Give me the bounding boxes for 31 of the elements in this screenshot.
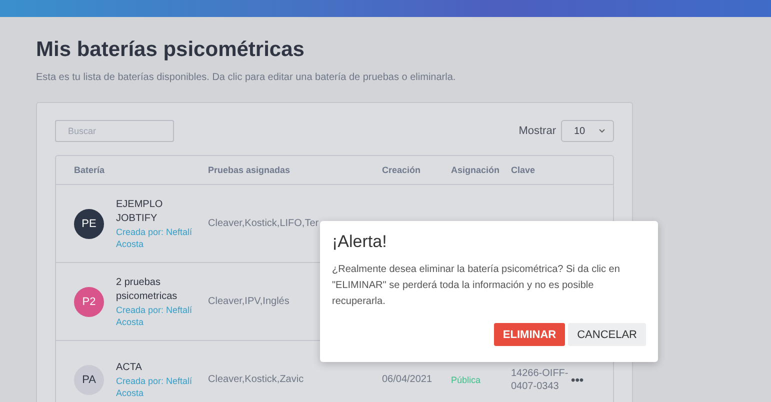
creator-label: Creada por: Neftalí Acosta (116, 226, 194, 250)
assignment-cell: Pública (451, 374, 481, 384)
column-header: Clave (511, 165, 536, 175)
tests-cell: Cleaver,IPV,Inglés (208, 296, 290, 307)
creator-label: Creada por: Neftalí Acosta (116, 304, 194, 328)
dialog-message: ¿Realmente desea eliminar la batería psicométrica? Si da clic en "ELIMINAR" se perderá toda la información y no es posible recuperarla. (332, 263, 621, 309)
creator-label: Creada por: Neftalí Acosta (116, 374, 194, 398)
show-label: Mostrar (518, 125, 556, 137)
avatar: PE (74, 208, 104, 238)
page-size-select[interactable]: 10 (561, 120, 614, 142)
search-field[interactable]: Buscar (55, 120, 174, 142)
tests-cell: Cleaver,Kostick,LIFO,Ter (208, 218, 319, 229)
column-header: Pruebas asignadas (208, 165, 292, 175)
avatar: P2 (74, 286, 104, 316)
battery-name: 2 pruebas psicometricas (116, 276, 178, 304)
dialog-title: ¡Alerta! (332, 232, 388, 252)
date-cell: 06/04/2021 (382, 374, 432, 385)
column-header: Creación (382, 165, 422, 175)
chevron-icon (599, 129, 605, 133)
avatar: PA (74, 364, 104, 394)
battery-name: EJEMPLO JOBTIFY (116, 198, 164, 226)
more-menu[interactable]: ••• (571, 372, 584, 386)
tests-cell: Cleaver,Kostick,Zavic (208, 374, 304, 385)
key-cell: 14266-OIFF-0407-0343 (511, 366, 569, 392)
battery-name: ACTA (116, 360, 143, 374)
column-header: Asignación (451, 165, 501, 175)
column-header: Batería (74, 165, 106, 175)
page-title: Mis baterías psicométricas (36, 38, 306, 62)
delete-button[interactable]: ELIMINAR (494, 323, 566, 346)
page-subtitle: Esta es tu lista de baterías disponibles. Da clic para editar una batería de pruebas o eliminarla. (36, 72, 457, 83)
cancel-button[interactable]: CANCELAR (568, 323, 646, 346)
